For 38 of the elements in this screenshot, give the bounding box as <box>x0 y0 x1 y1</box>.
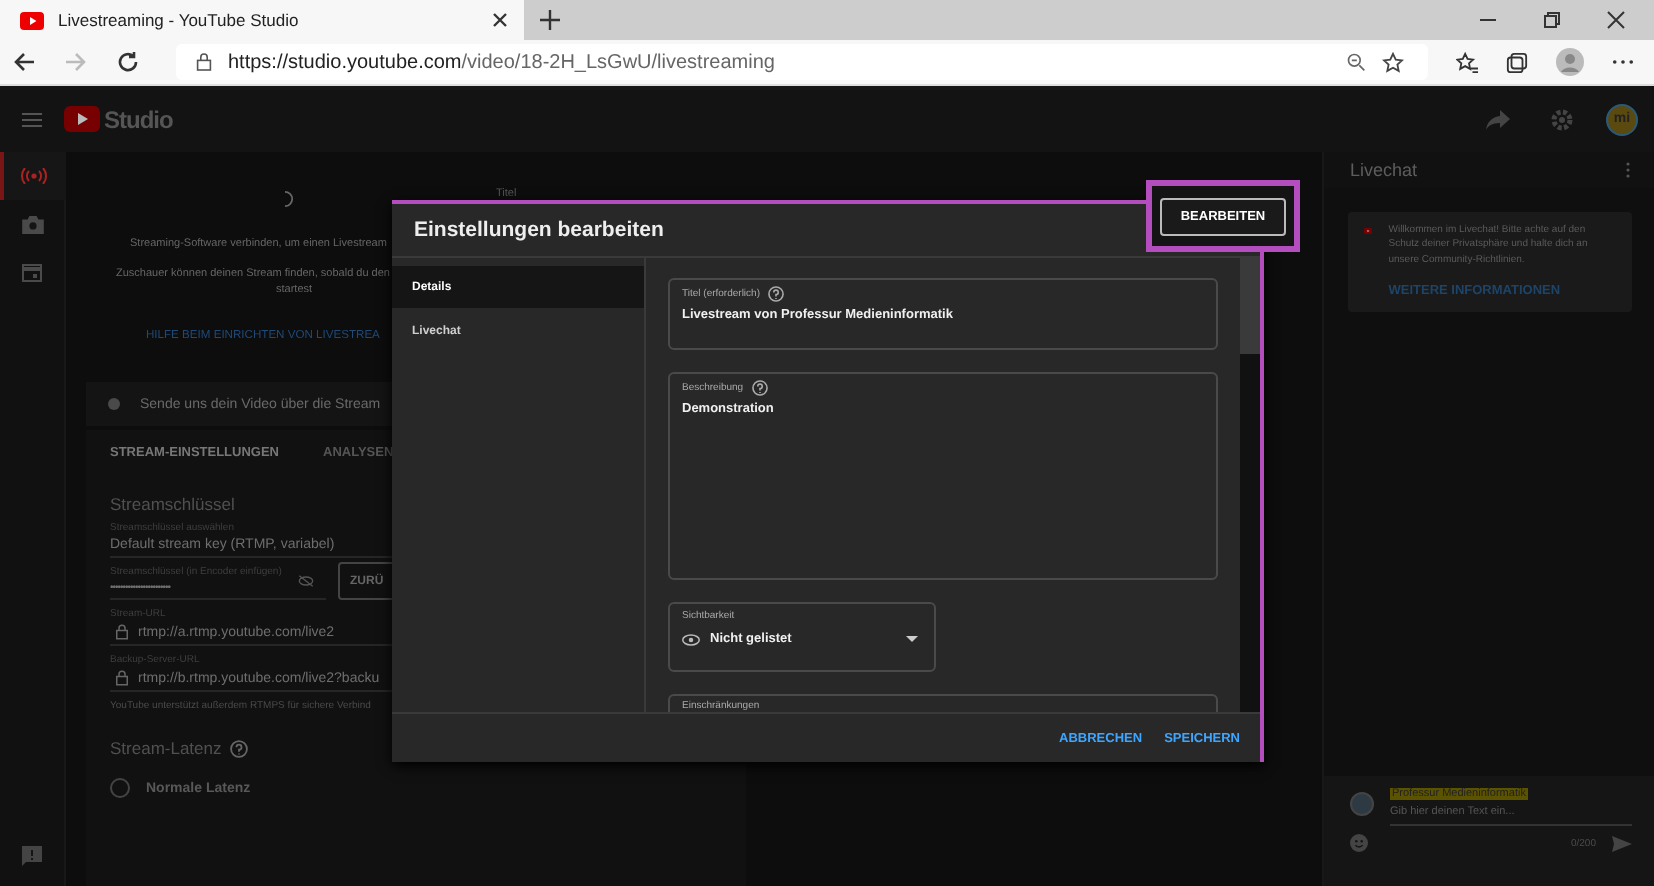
zoom-out-icon[interactable] <box>1346 52 1366 72</box>
section-heading: Stream-Latenz <box>110 738 222 758</box>
favorites-icon[interactable] <box>1456 51 1478 73</box>
eye-icon <box>682 633 700 645</box>
lock-icon <box>116 624 128 640</box>
help-icon[interactable] <box>768 286 784 302</box>
close-window-icon[interactable] <box>1606 10 1626 30</box>
close-icon[interactable] <box>492 12 508 28</box>
youtube-logo-icon <box>20 11 44 29</box>
status-dot-icon <box>108 398 120 410</box>
user-avatar <box>1350 792 1374 816</box>
studio-logo-text: Studio <box>104 105 173 133</box>
dropdown-caret-icon <box>906 636 918 642</box>
tab-title: Livestreaming - YouTube Studio <box>58 10 299 30</box>
lock-icon <box>116 670 128 686</box>
browser-tab[interactable]: Livestreaming - YouTube Studio <box>0 0 524 40</box>
lock-icon <box>196 52 212 72</box>
profile-icon[interactable] <box>1556 48 1584 76</box>
back-icon[interactable] <box>12 50 36 74</box>
live-broadcast-icon <box>20 168 48 184</box>
add-favorite-icon[interactable] <box>1382 51 1404 73</box>
more-icon[interactable] <box>1612 58 1634 66</box>
rail-item[interactable] <box>0 152 65 200</box>
help-icon[interactable] <box>751 380 768 396</box>
eye-off-icon[interactable] <box>298 574 314 588</box>
restore-icon[interactable] <box>1542 10 1562 30</box>
new-tab-icon[interactable] <box>540 10 560 30</box>
menu-icon[interactable] <box>22 111 42 127</box>
reload-icon[interactable] <box>116 50 140 74</box>
dialog-title: Einstellungen bearbeiten <box>414 218 664 242</box>
collections-icon[interactable] <box>1506 51 1528 73</box>
calendar-icon <box>22 262 42 282</box>
address-bar[interactable]: https://studio.youtube.com/video/18-2H_LsGwU/livestreaming <box>176 44 1428 80</box>
camera-icon <box>21 215 43 233</box>
youtube-logo-icon <box>64 106 100 132</box>
help-icon[interactable] <box>229 739 248 757</box>
section-heading: Streamschlüssel <box>110 494 237 514</box>
chat-title: Livechat <box>1350 160 1418 180</box>
